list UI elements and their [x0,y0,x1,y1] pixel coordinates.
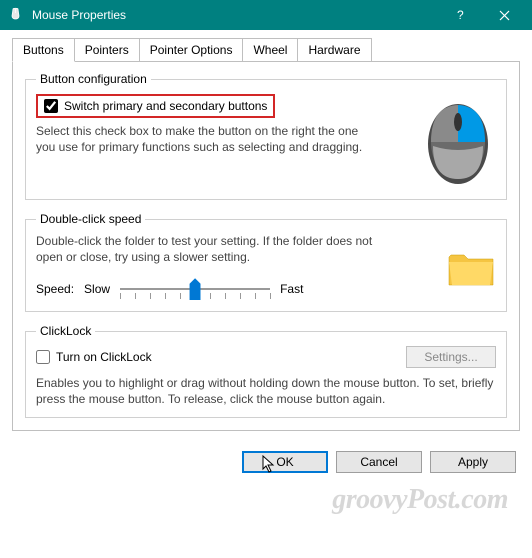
button-configuration-group: Button configuration Switch primary and … [25,72,507,200]
folder-test-icon[interactable] [446,247,496,289]
help-button[interactable]: ? [438,0,482,30]
mouse-illustration-icon [421,94,496,189]
switch-buttons-checkbox[interactable] [44,99,58,113]
switch-buttons-highlight: Switch primary and secondary buttons [36,94,275,118]
double-click-description: Double-click the folder to test your set… [36,234,376,265]
ok-button[interactable]: OK [242,451,328,473]
cancel-button[interactable]: Cancel [336,451,422,473]
clicklock-settings-button: Settings... [406,346,496,368]
tab-pointers[interactable]: Pointers [74,38,140,62]
clicklock-label: Turn on ClickLock [56,350,152,364]
window-title: Mouse Properties [32,8,438,22]
dialog-footer: OK Cancel Apply [0,443,532,481]
svg-text:?: ? [457,9,464,21]
button-config-description: Select this check box to make the button… [36,124,376,155]
clicklock-group: ClickLock Turn on ClickLock Settings... … [25,324,507,418]
tab-pointer-options[interactable]: Pointer Options [139,38,244,62]
tab-panel-buttons: Button configuration Switch primary and … [12,61,520,431]
speed-fast-label: Fast [280,282,303,296]
clicklock-legend: ClickLock [36,324,95,338]
button-configuration-legend: Button configuration [36,72,151,86]
clicklock-description: Enables you to highlight or drag without… [36,376,496,407]
speed-slider-thumb[interactable] [190,278,201,300]
mouse-icon [8,7,24,23]
tab-wheel[interactable]: Wheel [242,38,298,62]
titlebar: Mouse Properties ? [0,0,532,30]
content-area: Buttons Pointers Pointer Options Wheel H… [0,30,532,443]
speed-slider[interactable] [120,277,270,301]
switch-buttons-label: Switch primary and secondary buttons [64,99,267,113]
close-button[interactable] [482,0,526,30]
speed-label: Speed: [36,282,74,296]
apply-button[interactable]: Apply [430,451,516,473]
tab-hardware[interactable]: Hardware [297,38,371,62]
double-click-legend: Double-click speed [36,212,145,226]
speed-slow-label: Slow [84,282,110,296]
double-click-group: Double-click speed Double-click the fold… [25,212,507,312]
watermark: groovyPost.com [332,484,508,516]
tab-strip: Buttons Pointers Pointer Options Wheel H… [12,38,520,62]
clicklock-checkbox[interactable] [36,350,50,364]
tab-buttons[interactable]: Buttons [12,38,75,62]
